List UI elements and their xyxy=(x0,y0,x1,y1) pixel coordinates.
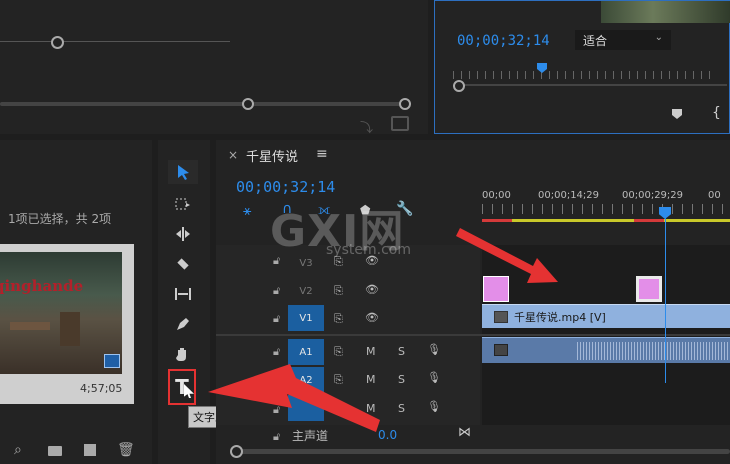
annotation-arrows xyxy=(208,228,558,432)
red-arrow-to-clip xyxy=(456,228,558,283)
red-arrow-to-type-tool xyxy=(208,364,380,432)
